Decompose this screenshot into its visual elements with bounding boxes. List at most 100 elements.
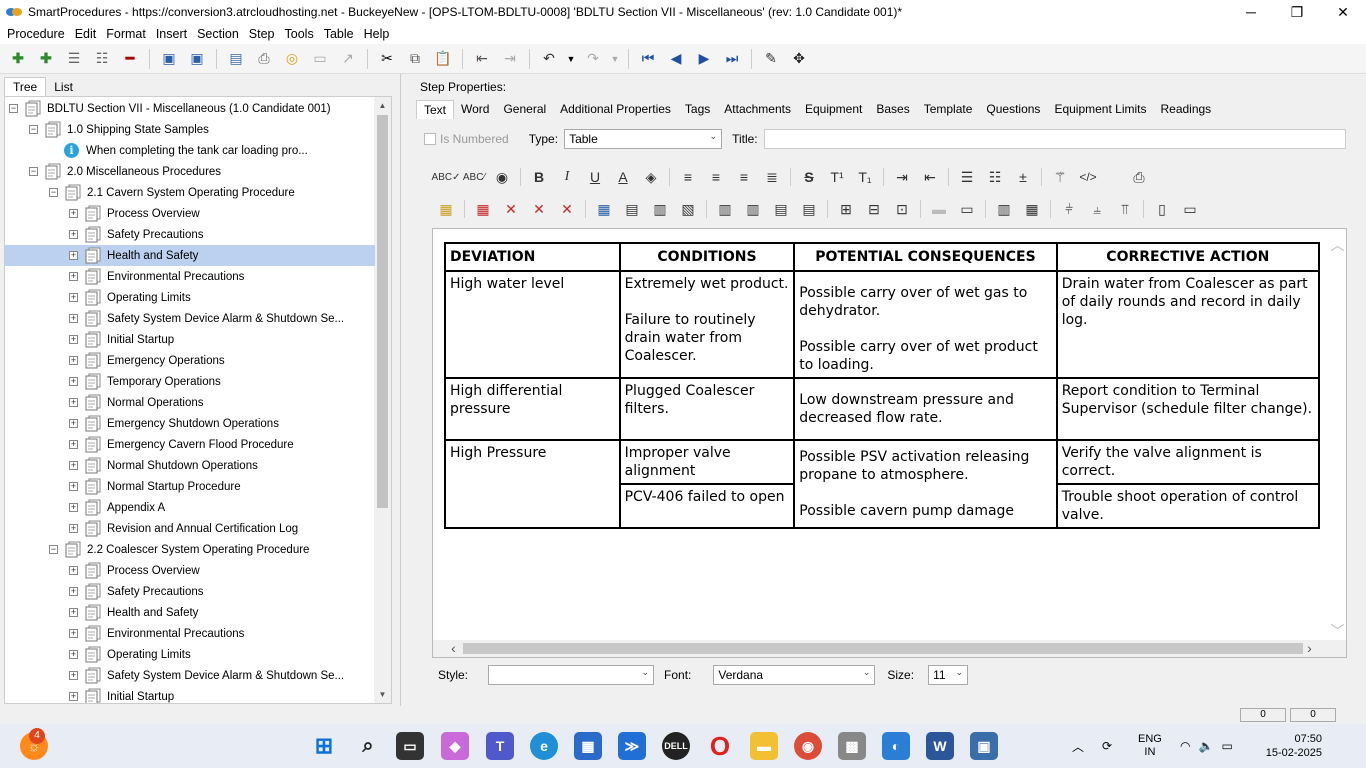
remote-app-icon[interactable]: ▩	[838, 732, 866, 760]
publish-icon[interactable]: ▤	[225, 48, 247, 70]
chevron-up-icon[interactable]: ︿	[1329, 235, 1346, 255]
battery-icon[interactable]: ▭	[1221, 739, 1232, 753]
deviation-cell[interactable]: High Pressure	[444, 439, 621, 529]
conditions-cell[interactable]: Plugged Coalescer filters.	[618, 377, 796, 441]
redo-dropdown-icon[interactable]: ▼	[610, 48, 620, 70]
tree-item[interactable]: + Operating Limits	[5, 287, 375, 308]
scroll-right-icon[interactable]: ›	[1301, 640, 1318, 657]
tree-item[interactable]: + Appendix A	[5, 497, 375, 518]
size-select[interactable]: 11 ⌄	[928, 665, 969, 685]
remove-icon[interactable]: ━	[119, 48, 141, 70]
tab-general[interactable]: General	[496, 100, 553, 118]
title-input[interactable]	[763, 129, 1346, 149]
italic-icon[interactable]: I	[556, 166, 578, 188]
tree-item[interactable]: + Normal Operations	[5, 392, 375, 413]
tree-item[interactable]: + Emergency Shutdown Operations	[5, 413, 375, 434]
paste-icon[interactable]: 📋	[432, 48, 454, 70]
list-edit-icon[interactable]: ☷	[91, 48, 113, 70]
save-icon[interactable]: ▣	[158, 48, 180, 70]
power-automate-icon[interactable]: ≫	[618, 732, 646, 760]
tree-item[interactable]: + Safety Precautions	[5, 581, 375, 602]
align-top-icon[interactable]: ⫩	[1058, 198, 1080, 220]
print-icon[interactable]: ⎙	[253, 48, 275, 70]
smartprocedures-app-icon[interactable]: ◐	[882, 732, 910, 760]
horizontal-rule-icon[interactable]: ±	[1012, 166, 1034, 188]
expand-icon[interactable]: +	[69, 524, 78, 533]
tree-item[interactable]: + Initial Startup	[5, 686, 375, 703]
share-icon[interactable]: ↗	[337, 48, 359, 70]
expand-icon[interactable]: +	[69, 629, 78, 638]
split-row-icon[interactable]: ⊡	[891, 198, 913, 220]
expand-icon[interactable]: +	[69, 377, 78, 386]
conditions-cell[interactable]: PCV-406 failed to open	[618, 483, 796, 529]
expand-icon[interactable]: +	[69, 272, 78, 281]
tree-item[interactable]: + Process Overview	[5, 203, 375, 224]
insert-column-right-icon[interactable]: ▥	[742, 198, 764, 220]
next-icon[interactable]: ▶	[693, 48, 715, 70]
rich-text-editor[interactable]: DEVIATION CONDITIONS POTENTIAL CONSEQUEN…	[432, 228, 1347, 658]
delete-table-icon[interactable]: ▦	[472, 198, 494, 220]
expand-icon[interactable]: +	[69, 482, 78, 491]
collapse-icon[interactable]: −	[29, 167, 38, 176]
decrease-indent-icon[interactable]: ⇤	[919, 166, 941, 188]
expand-icon[interactable]: +	[69, 335, 78, 344]
outdent-icon[interactable]: ⇤	[471, 48, 493, 70]
scroll-left-icon[interactable]: ‹	[445, 640, 462, 657]
cell-properties-icon[interactable]: ▧	[677, 198, 699, 220]
spell-options-icon[interactable]: ABC⁄	[463, 166, 485, 188]
consequences-cell[interactable]: Possible carry over of wet gas to dehydr…	[793, 270, 1058, 379]
align-middle-icon[interactable]: ⫨	[1086, 198, 1108, 220]
tab-bases[interactable]: Bases	[869, 100, 916, 118]
tree-scrollbar[interactable]: ▲ ▼	[374, 97, 391, 703]
tree-item[interactable]: + Normal Shutdown Operations	[5, 455, 375, 476]
search-icon[interactable]: ⌕	[354, 732, 382, 760]
tree-item[interactable]: + Process Overview	[5, 560, 375, 581]
header-deviation[interactable]: DEVIATION	[444, 242, 621, 272]
tree-item[interactable]: + Initial Startup	[5, 329, 375, 350]
chevron-down-icon[interactable]: ﹀	[1329, 621, 1346, 641]
subscript-icon[interactable]: T₁	[854, 166, 876, 188]
store-icon[interactable]: ▦	[574, 732, 602, 760]
tab-tags[interactable]: Tags	[678, 100, 717, 118]
menu-procedure[interactable]: Procedure	[2, 27, 70, 41]
restore-button[interactable]: ❐	[1274, 0, 1320, 24]
font-color-icon[interactable]: A	[612, 166, 634, 188]
wifi-icon[interactable]: ◠	[1180, 739, 1190, 753]
numbered-list-icon[interactable]: ☷	[984, 166, 1006, 188]
delete-row-icon[interactable]: ✕	[500, 198, 522, 220]
remote-desktop-icon[interactable]: ▣	[970, 732, 998, 760]
list-icon[interactable]: ☰	[63, 48, 85, 70]
collapse-icon[interactable]: −	[9, 104, 18, 113]
corrective-action-cell[interactable]: Verify the valve alignment is correct.	[1055, 439, 1321, 485]
pane-splitter[interactable]	[400, 74, 408, 706]
indent-icon[interactable]: ⇥	[499, 48, 521, 70]
style-select[interactable]: ⌄	[488, 665, 655, 685]
tab-template[interactable]: Template	[917, 100, 980, 118]
align-bottom-icon[interactable]: ⫪	[1114, 198, 1136, 220]
tree-item[interactable]: + Safety System Device Alarm & Shutdown S…	[5, 308, 375, 329]
bullet-list-icon[interactable]: ☰	[956, 166, 978, 188]
tree-item[interactable]: − BDLTU Section VII - Miscellaneous (1.0 …	[5, 98, 375, 119]
expand-icon[interactable]: +	[69, 503, 78, 512]
collapse-icon[interactable]: −	[49, 545, 58, 554]
underline-icon[interactable]: U	[584, 166, 606, 188]
expand-icon[interactable]: +	[69, 398, 78, 407]
distribute-columns-icon[interactable]: ▥	[993, 198, 1015, 220]
deviation-cell[interactable]: High water level	[444, 270, 621, 379]
first-icon[interactable]: ⏮	[637, 48, 659, 70]
tree-item[interactable]: + Operating Limits	[5, 644, 375, 665]
tree-item[interactable]: + Health and Safety	[5, 602, 375, 623]
tree-item[interactable]: + Environmental Precautions	[5, 623, 375, 644]
print-icon[interactable]: ⎙	[1128, 166, 1150, 188]
menu-table[interactable]: Table	[319, 27, 359, 41]
insert-column-left-icon[interactable]: ▥	[714, 198, 736, 220]
distribute-rows-icon[interactable]: ▦	[1021, 198, 1043, 220]
expand-icon[interactable]: +	[69, 692, 78, 701]
cell-padding-icon[interactable]: ▯	[1151, 198, 1173, 220]
expand-icon[interactable]: +	[69, 314, 78, 323]
tree-item[interactable]: + Environmental Precautions	[5, 266, 375, 287]
tree-item[interactable]: + Safety System Device Alarm & Shutdown S…	[5, 665, 375, 686]
language-indicator[interactable]: ENG IN	[1138, 724, 1162, 768]
merge-cells-icon[interactable]: ⊟	[863, 198, 885, 220]
tab-additional-properties[interactable]: Additional Properties	[553, 100, 678, 118]
